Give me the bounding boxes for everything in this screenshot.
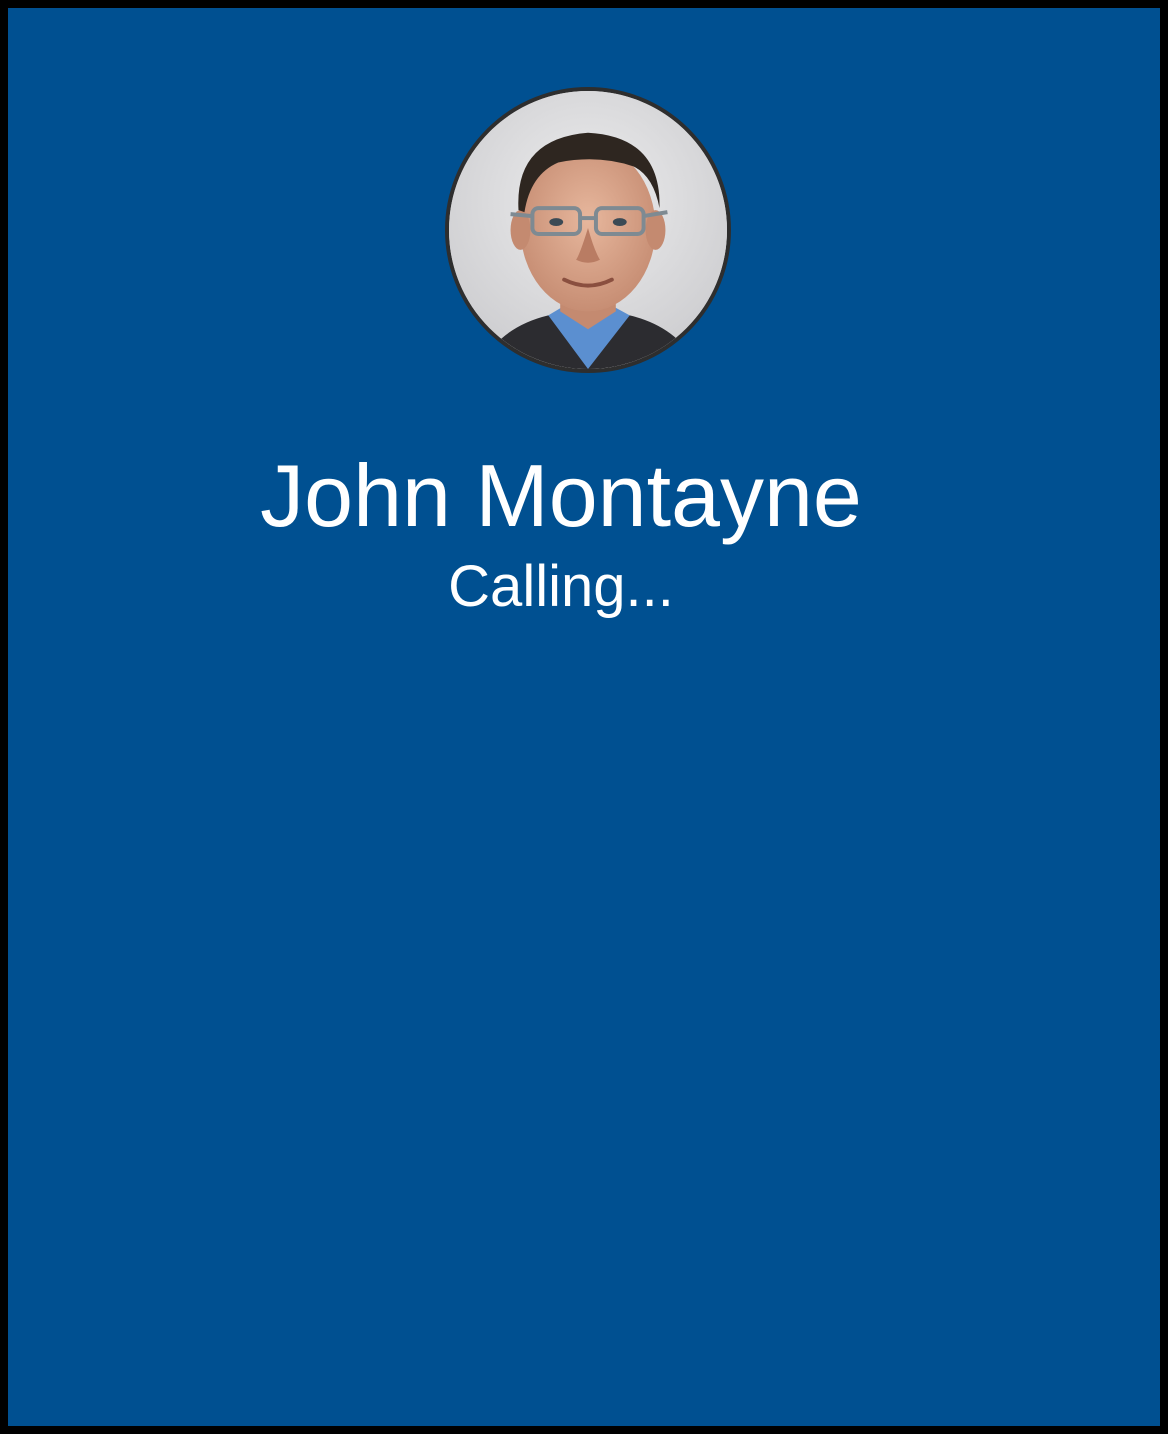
call-screen: John Montayne Calling...: [8, 8, 1160, 1426]
contact-photo-icon: [449, 91, 727, 369]
caller-avatar: [445, 87, 731, 373]
caller-name: John Montayne: [260, 446, 862, 545]
call-status: Calling...: [448, 554, 674, 619]
